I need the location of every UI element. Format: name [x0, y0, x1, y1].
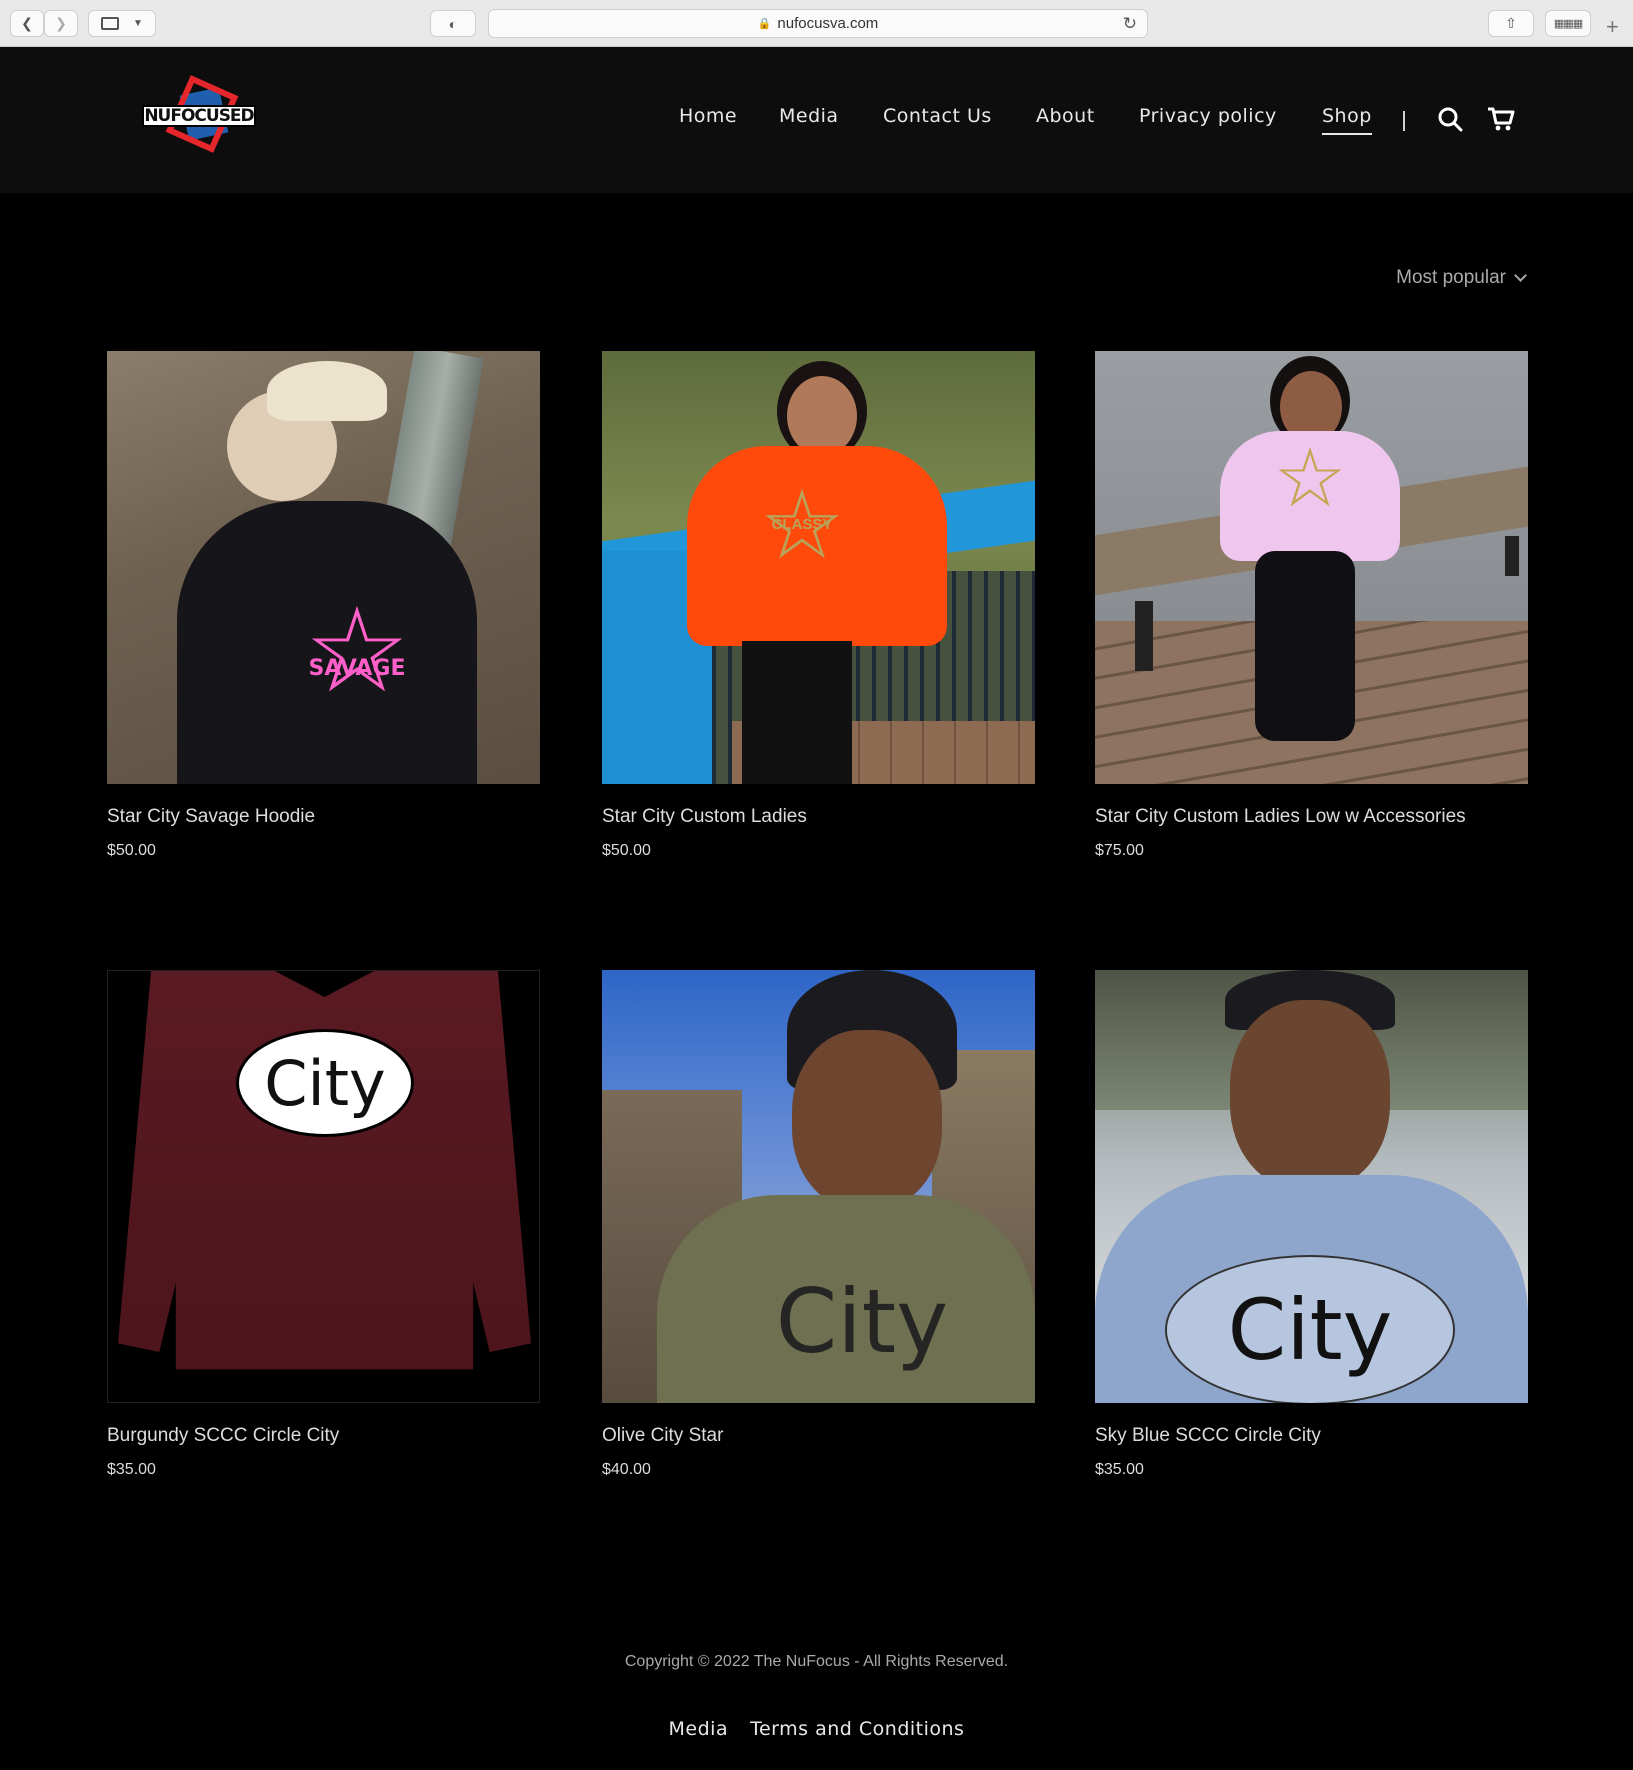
back-button[interactable]: ❮	[10, 10, 44, 37]
product-price: $40.00	[602, 1461, 651, 1478]
chevron-down-icon: ▼	[133, 18, 143, 29]
product-title[interactable]: Sky Blue SCCC Circle City	[1095, 1425, 1528, 1447]
address-text: nufocusva.com	[777, 15, 879, 32]
main-nav: Home Media Contact Us About Privacy poli…	[0, 105, 1633, 135]
product-title[interactable]: Star City Custom Ladies	[602, 806, 1035, 828]
product-card[interactable]: City Sky Blue SCCC Circle City $35.00	[1095, 970, 1528, 1479]
sidebar-button[interactable]: ▼	[88, 10, 156, 37]
product-title[interactable]: Olive City Star	[602, 1425, 1035, 1447]
forward-button[interactable]: ❯	[44, 10, 78, 37]
product-image[interactable]: City	[107, 970, 540, 1403]
product-image[interactable]: ☆	[1095, 351, 1528, 784]
product-card[interactable]: ☆ CLASSY Star City Custom Ladies $50.00	[602, 351, 1035, 860]
plus-icon: +	[1606, 14, 1619, 39]
product-card[interactable]: ☆ SAVAGE Star City Savage Hoodie $50.00	[107, 351, 540, 860]
product-price: $35.00	[1095, 1461, 1144, 1478]
cart-icon[interactable]	[1487, 106, 1515, 137]
search-icon[interactable]	[1437, 106, 1463, 137]
product-card[interactable]: City Burgundy SCCC Circle City $35.00	[107, 970, 540, 1479]
reload-icon[interactable]: ↻	[1123, 14, 1137, 34]
product-price: $75.00	[1095, 842, 1144, 859]
grid-icon: ▦▦▦	[1553, 18, 1583, 30]
share-icon: ⇧	[1505, 15, 1517, 31]
footer-links: Media Terms and Conditions	[0, 1718, 1633, 1740]
product-price: $50.00	[107, 842, 156, 859]
shirt-graphic-text: SAVAGE	[308, 656, 406, 681]
star-graphic: ☆	[1273, 433, 1347, 524]
product-image[interactable]: ☆ SAVAGE	[107, 351, 540, 784]
product-title[interactable]: Star City Custom Ladies Low w Accessorie…	[1095, 806, 1528, 828]
star-graphic: ☆	[304, 585, 410, 717]
footer-link-terms[interactable]: Terms and Conditions	[750, 1718, 964, 1740]
chevron-right-icon: ❯	[55, 15, 67, 31]
nav-privacy-policy[interactable]: Privacy policy	[1139, 105, 1277, 127]
new-tab-button[interactable]: +	[1606, 14, 1619, 40]
product-title[interactable]: Burgundy SCCC Circle City	[107, 1425, 540, 1447]
nav-shop[interactable]: Shop	[1322, 105, 1372, 135]
shirt-graphic-text: CLASSY	[771, 516, 833, 533]
nav-about[interactable]: About	[1036, 105, 1095, 127]
product-card[interactable]: ☆ Star City Custom Ladies Low w Accessor…	[1095, 351, 1528, 860]
shirt-graphic-text: City	[1227, 1281, 1393, 1379]
chevron-down-icon	[1514, 269, 1527, 282]
product-image[interactable]: City	[602, 970, 1035, 1403]
sidebar-icon	[101, 17, 120, 30]
chevron-left-icon: ❮	[21, 15, 33, 31]
sort-label: Most popular	[1396, 267, 1506, 288]
share-button[interactable]: ⇧	[1488, 10, 1534, 37]
product-price: $50.00	[602, 842, 651, 859]
nav-media[interactable]: Media	[779, 105, 839, 127]
lock-icon: 🔒	[757, 18, 772, 30]
address-bar[interactable]: 🔒 nufocusva.com ↻	[488, 9, 1148, 38]
footer-link-media[interactable]: Media	[669, 1718, 729, 1740]
tab-overview-button[interactable]: ▦▦▦	[1545, 10, 1591, 37]
product-title[interactable]: Star City Savage Hoodie	[107, 806, 540, 828]
product-image[interactable]: ☆ CLASSY	[602, 351, 1035, 784]
product-price: $35.00	[107, 1461, 156, 1478]
privacy-shield-button[interactable]: ◐	[430, 10, 476, 37]
shirt-graphic-text: City	[775, 1270, 949, 1373]
shield-icon: ◐	[448, 15, 458, 32]
nav-contact-us[interactable]: Contact Us	[883, 105, 992, 127]
nav-home[interactable]: Home	[679, 105, 737, 127]
nav-divider	[1403, 111, 1405, 131]
product-card[interactable]: City Olive City Star $40.00	[602, 970, 1035, 1479]
copyright-text: Copyright © 2022 The NuFocus - All Right…	[624, 1653, 1009, 1670]
sort-dropdown[interactable]: Most popular	[1396, 267, 1527, 289]
product-image[interactable]: City	[1095, 970, 1528, 1403]
browser-toolbar: ❮ ❯ ▼ ◐ 🔒 nufocusva.com ↻ ⇧ ▦▦▦ +	[0, 0, 1633, 47]
shirt-graphic-text: City	[264, 1046, 386, 1120]
